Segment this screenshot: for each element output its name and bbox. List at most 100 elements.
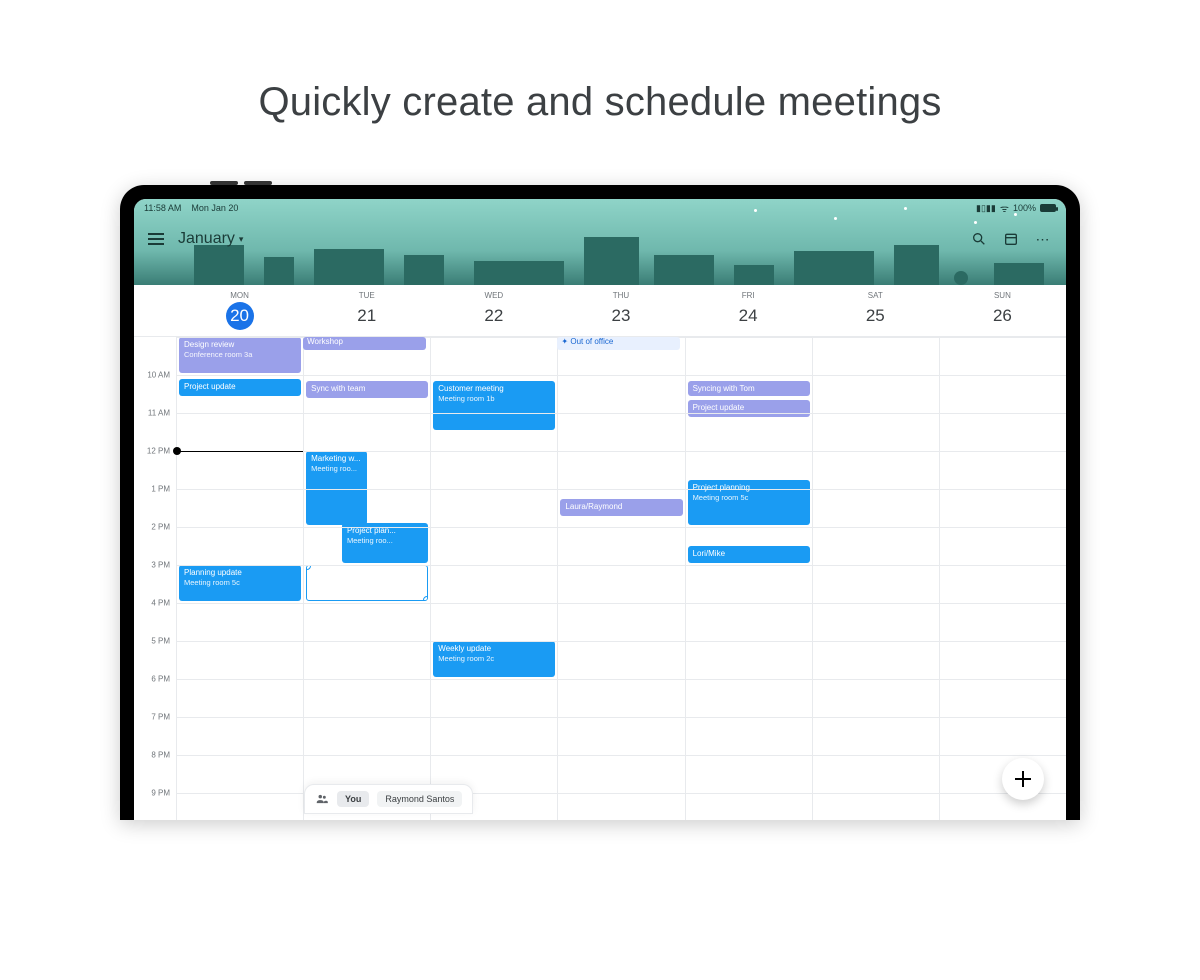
day-header[interactable]: MON 20 [176, 285, 303, 336]
attendee-chip-you[interactable]: You [337, 791, 369, 807]
wifi-icon: ᯤ [1000, 201, 1009, 215]
day-header[interactable]: TUE 21 [303, 285, 430, 336]
day-number: 23 [557, 302, 684, 330]
event-title: Project update [693, 403, 805, 413]
time-label: 6 PM [151, 675, 170, 684]
promo-headline: Quickly create and schedule meetings [0, 80, 1200, 125]
tablet-hw-buttons [210, 181, 272, 185]
battery-pct: 100% [1013, 203, 1036, 213]
time-label: 9 PM [151, 789, 170, 798]
time-label: 7 PM [151, 713, 170, 722]
time-gutter: 10 AM11 AM12 PM1 PM2 PM3 PM4 PM5 PM6 PM7… [134, 337, 176, 820]
event-title: Project planning [693, 483, 805, 493]
event-subtitle: Meeting room 2c [438, 654, 550, 663]
time-label: 4 PM [151, 599, 170, 608]
create-event-fab[interactable] [1002, 758, 1044, 800]
attendee-strip: You Raymond Santos [304, 784, 473, 814]
event-title: Lori/Mike [693, 549, 805, 559]
today-icon[interactable] [1002, 230, 1020, 248]
day-header-row: MON 20 TUE 21WED 22THU 23FRI 24SAT 25SUN26 [134, 285, 1066, 337]
time-label: 5 PM [151, 637, 170, 646]
event-title: Marketing w... [311, 454, 362, 464]
calendar-event[interactable]: Project update [688, 400, 810, 417]
day-columns[interactable]: Design reviewConference room 3aProject u… [176, 337, 1066, 820]
day-header[interactable]: FRI 24 [685, 285, 812, 336]
status-date: Mon Jan 20 [191, 203, 238, 213]
battery-icon [1040, 204, 1056, 212]
event-subtitle: Conference room 3a [184, 350, 296, 359]
day-header[interactable]: THU 23 [557, 285, 684, 336]
event-subtitle: Meeting room 5c [184, 578, 296, 587]
screen: 11:58 AM Mon Jan 20 ▮▯▮▮ ᯤ 100% January [134, 199, 1066, 820]
time-label: 10 AM [147, 371, 170, 380]
more-icon[interactable]: ⋯ [1034, 230, 1052, 248]
event-title: Customer meeting [438, 384, 550, 394]
calendar-event[interactable]: Project plan...Meeting roo... [342, 523, 428, 563]
all-day-event[interactable]: Workshop [303, 337, 426, 350]
day-number: 25 [812, 302, 939, 330]
day-column[interactable]: Laura/Raymond [557, 337, 684, 820]
day-header[interactable]: WED 22 [430, 285, 557, 336]
month-selector[interactable]: January [178, 230, 243, 248]
day-column[interactable]: Design reviewConference room 3aProject u… [176, 337, 303, 820]
header-illustration: 11:58 AM Mon Jan 20 ▮▯▮▮ ᯤ 100% January [134, 199, 1066, 285]
day-of-week: SUN [939, 291, 1066, 300]
status-time: 11:58 AM [144, 203, 181, 213]
event-title: Syncing with Tom [693, 384, 805, 394]
day-column[interactable]: Sync with teamMarketing w...Meeting roo.… [303, 337, 430, 820]
day-of-week: SAT [812, 291, 939, 300]
day-of-week: WED [430, 291, 557, 300]
calendar-event[interactable]: Marketing w...Meeting roo... [306, 451, 367, 525]
time-label: 12 PM [147, 447, 170, 456]
event-title: Project update [184, 382, 296, 392]
calendar-event[interactable]: Customer meetingMeeting room 1b [433, 381, 555, 430]
day-number: 24 [685, 302, 812, 330]
app-bar: January ⋯ [134, 219, 1066, 259]
now-indicator-dot [173, 447, 181, 455]
plus-icon [1015, 771, 1031, 787]
status-bar: 11:58 AM Mon Jan 20 ▮▯▮▮ ᯤ 100% [134, 199, 1066, 217]
day-of-week: TUE [303, 291, 430, 300]
time-label: 2 PM [151, 523, 170, 532]
event-subtitle: Meeting roo... [347, 536, 423, 545]
signal-icon: ▮▯▮▮ [976, 203, 996, 214]
day-of-week: MON [176, 291, 303, 300]
calendar-event[interactable]: Project update [179, 379, 301, 396]
day-number: 22 [430, 302, 557, 330]
day-column[interactable]: Syncing with Tom Project update Project pl… [685, 337, 812, 820]
calendar-event[interactable]: Lori/Mike [688, 546, 810, 563]
now-indicator-line [176, 451, 303, 452]
calendar-event[interactable]: Laura/Raymond [560, 499, 682, 516]
attendee-chip-other[interactable]: Raymond Santos [377, 791, 462, 807]
calendar-event[interactable]: Weekly updateMeeting room 2c [433, 641, 555, 677]
all-day-event[interactable]: ✦ Out of office [557, 337, 680, 350]
day-column[interactable] [939, 337, 1066, 820]
search-icon[interactable] [970, 230, 988, 248]
day-number: 21 [303, 302, 430, 330]
day-of-week: THU [557, 291, 684, 300]
menu-icon[interactable] [148, 233, 164, 245]
calendar-event[interactable]: Project planningMeeting room 5c [688, 480, 810, 526]
calendar-event[interactable] [306, 565, 428, 601]
day-of-week: FRI [685, 291, 812, 300]
tablet-frame: 11:58 AM Mon Jan 20 ▮▯▮▮ ᯤ 100% January [120, 185, 1080, 820]
calendar-event[interactable]: Syncing with Tom [688, 381, 810, 396]
day-number: 20 [226, 302, 254, 330]
day-column[interactable] [812, 337, 939, 820]
calendar-event[interactable]: Sync with team [306, 381, 428, 398]
time-label: 8 PM [151, 751, 170, 760]
calendar-grid[interactable]: 10 AM11 AM12 PM1 PM2 PM3 PM4 PM5 PM6 PM7… [134, 337, 1066, 820]
time-label: 11 AM [148, 409, 170, 418]
event-subtitle: Meeting roo... [311, 464, 362, 473]
event-title: Laura/Raymond [565, 502, 677, 512]
day-header[interactable]: SUN26 [939, 285, 1066, 336]
day-column[interactable]: Customer meetingMeeting room 1b Weekly up… [430, 337, 557, 820]
time-label: 1 PM [151, 485, 170, 494]
event-title: Weekly update [438, 644, 550, 654]
day-header[interactable]: SAT 25 [812, 285, 939, 336]
calendar-event[interactable]: Planning updateMeeting room 5c [179, 565, 301, 601]
people-icon [315, 792, 329, 806]
event-subtitle: Meeting room 5c [693, 493, 805, 502]
all-day-row: Workshop ✦ Out of office [176, 337, 1066, 351]
event-subtitle: Meeting room 1b [438, 394, 550, 403]
